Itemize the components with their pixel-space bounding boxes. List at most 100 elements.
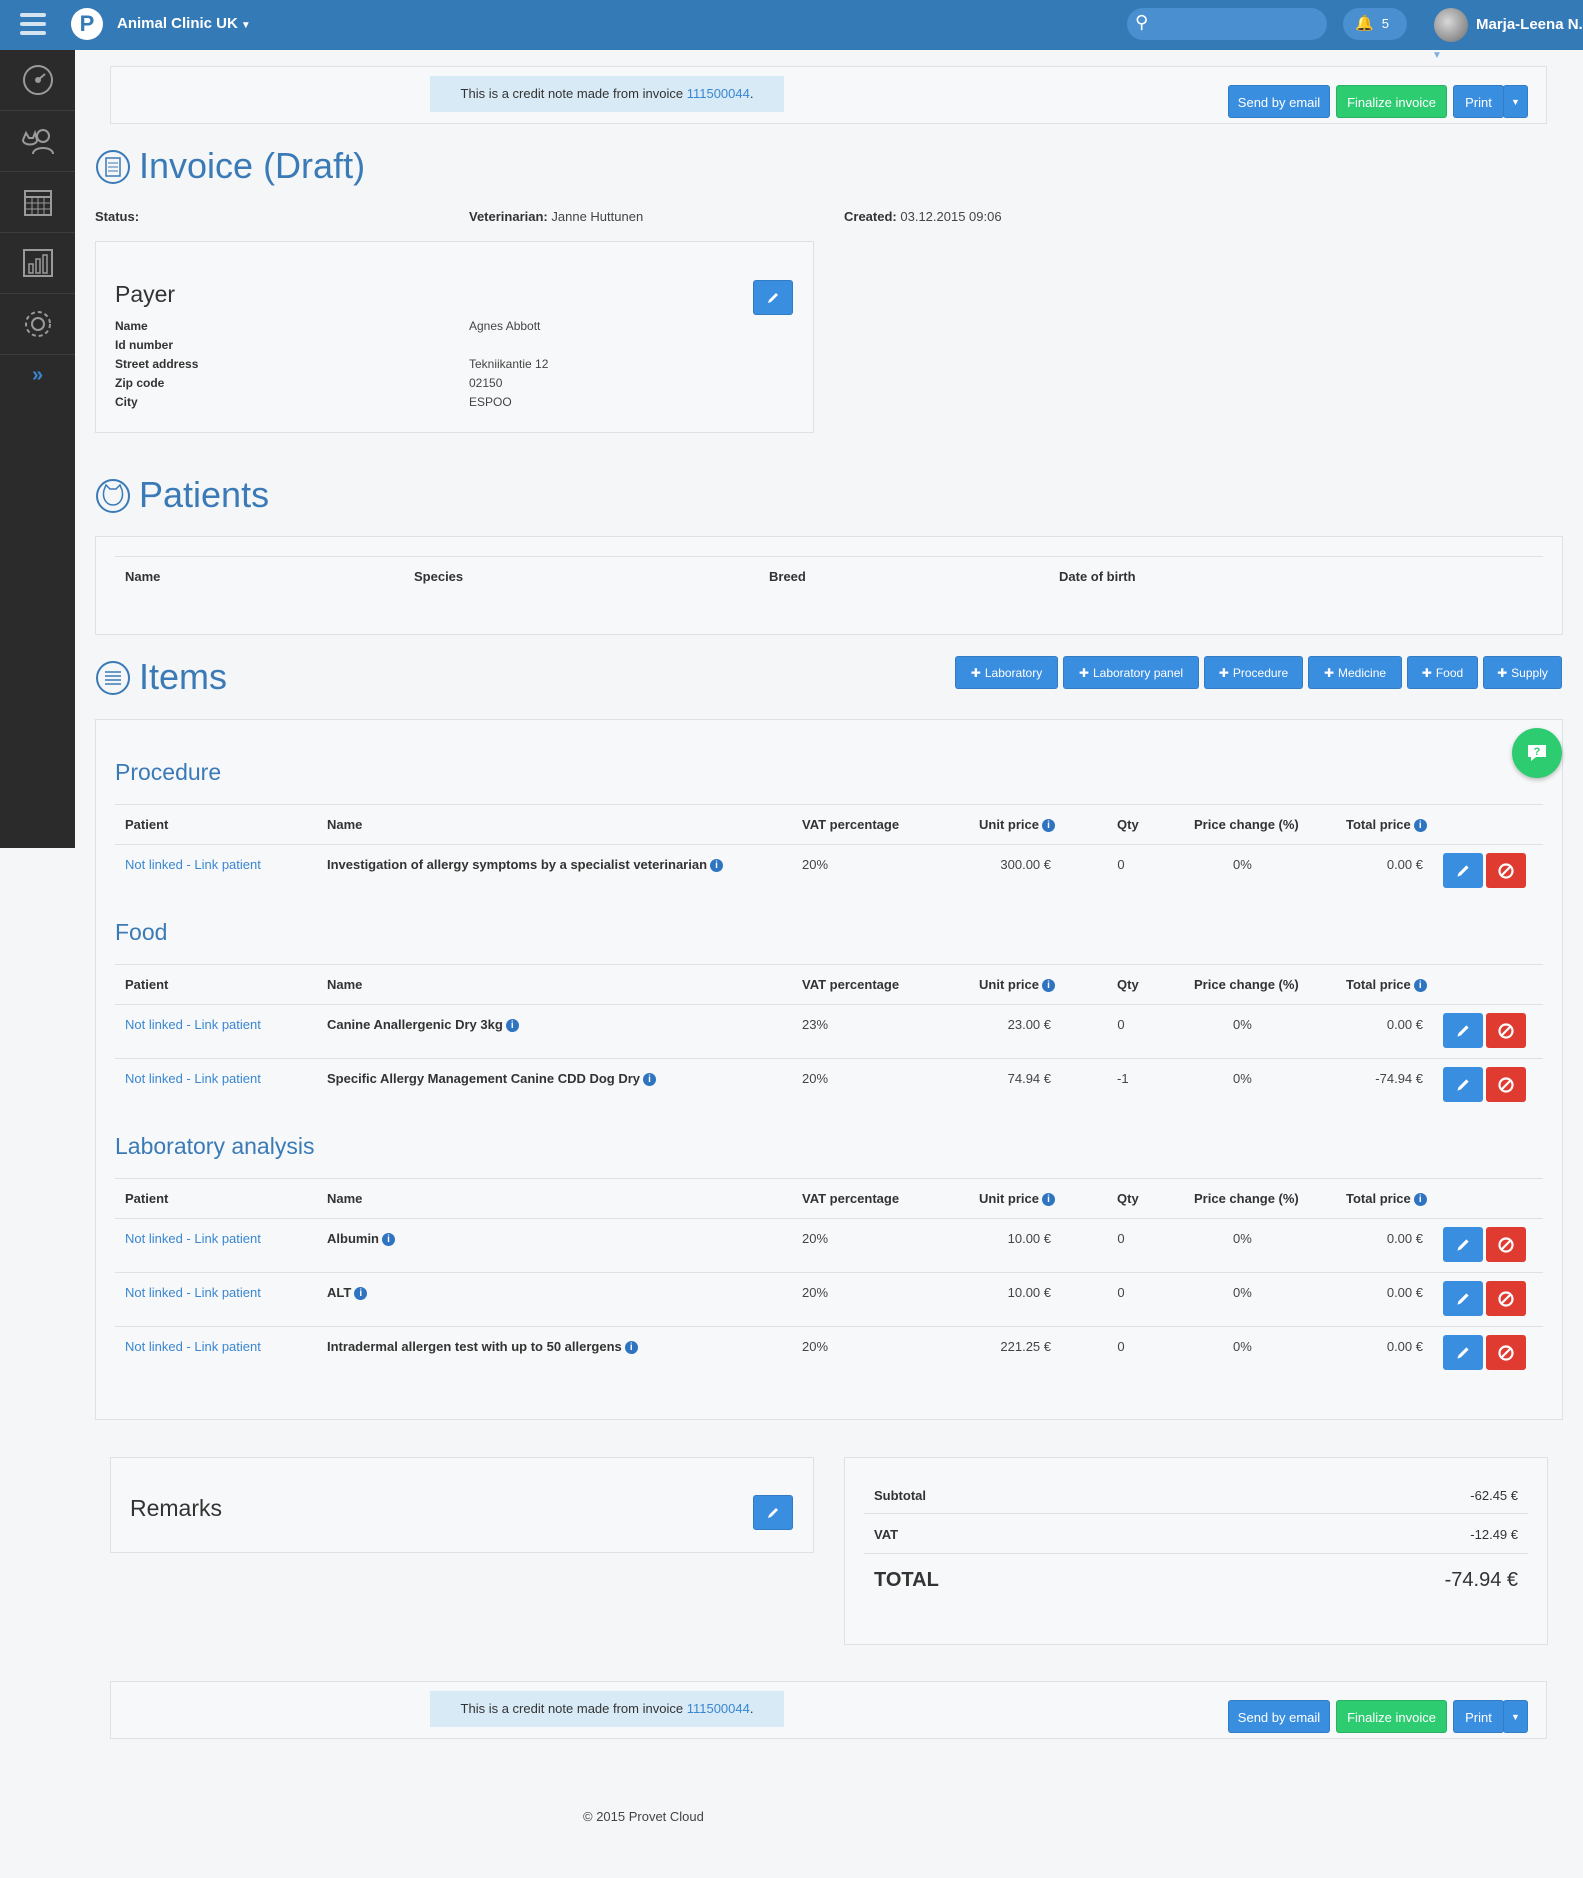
edit-item-button[interactable]	[1443, 1227, 1483, 1262]
print-dropdown-button[interactable]: ▼	[1503, 85, 1528, 118]
link-patient-link[interactable]: Not linked - Link patient	[125, 1071, 261, 1086]
link-patient-link[interactable]: Not linked - Link patient	[125, 1339, 261, 1354]
ban-icon	[1498, 1236, 1514, 1253]
group-title: Laboratory analysis	[115, 1133, 315, 1159]
item-total: -74.94 €	[1375, 1071, 1423, 1086]
link-patient-link[interactable]: Not linked - Link patient	[125, 1017, 261, 1032]
item-total: 0.00 €	[1386, 1339, 1423, 1354]
item-total: 0.00 €	[1386, 857, 1423, 872]
column-label: Unit price	[979, 977, 1039, 992]
add-food-button[interactable]: ✚ Food	[1407, 656, 1478, 689]
patients-col-name: Name	[125, 569, 161, 584]
sidebar-item-calendar[interactable]	[0, 172, 75, 233]
info-icon: i	[643, 1073, 657, 1086]
info-icon: i	[1413, 1193, 1427, 1206]
ban-icon	[1498, 862, 1514, 879]
vat-value: -12.49 €	[1470, 1527, 1518, 1542]
delete-item-button[interactable]	[1486, 1013, 1526, 1048]
send-email-button[interactable]: Send by email	[1228, 85, 1330, 118]
item-name: ALT i	[327, 1285, 368, 1300]
delete-item-button[interactable]	[1486, 1281, 1526, 1316]
divider	[115, 964, 1543, 965]
add-medicine-button[interactable]: ✚ Medicine	[1308, 656, 1402, 689]
divider	[115, 556, 1543, 557]
edit-item-button[interactable]	[1443, 1335, 1483, 1370]
edit-item-button[interactable]	[1443, 1013, 1483, 1048]
finalize-invoice-button[interactable]: Finalize invoice	[1336, 85, 1447, 118]
delete-item-button[interactable]	[1486, 1335, 1526, 1370]
source-invoice-link[interactable]: 111500044	[687, 1701, 750, 1716]
patient-icon	[96, 479, 130, 513]
sidebar-item-settings[interactable]	[0, 294, 75, 355]
search-box[interactable]: ⚲	[1127, 8, 1327, 40]
notifications-button[interactable]: 🔔 5	[1343, 8, 1407, 40]
menu-icon[interactable]	[20, 13, 46, 35]
send-email-button[interactable]: Send by email	[1228, 1700, 1330, 1733]
column-label: Qty	[1117, 977, 1139, 992]
credit-note-notice: This is a credit note made from invoice …	[430, 76, 784, 112]
item-name-text: Albumin	[327, 1231, 379, 1246]
link-patient-link[interactable]: Not linked - Link patient	[125, 857, 261, 872]
column-label: Qty	[1117, 817, 1139, 832]
action-bar-top	[110, 66, 1547, 124]
item-price-change: 0%	[1233, 1339, 1252, 1354]
sidebar-item-dashboard[interactable]	[0, 50, 75, 111]
edit-item-button[interactable]	[1443, 853, 1483, 888]
add-supply-button[interactable]: ✚ Supply	[1483, 656, 1562, 689]
sidebar-item-reports[interactable]	[0, 233, 75, 294]
payer-field-label: Zip code	[115, 376, 165, 390]
chevron-down-icon: ▼	[240, 20, 251, 31]
payer-field-label: City	[115, 395, 138, 409]
edit-remarks-button[interactable]	[753, 1495, 793, 1530]
edit-item-button[interactable]	[1443, 1067, 1483, 1102]
add-button-label: Supply	[1511, 666, 1548, 680]
plus-icon: ✚	[1497, 666, 1508, 680]
avatar[interactable]	[1434, 8, 1468, 42]
dropdown-indicator-icon: ▼	[1432, 50, 1442, 61]
divider	[115, 1178, 1543, 1179]
delete-item-button[interactable]	[1486, 1067, 1526, 1102]
item-name-text: Specific Allergy Management Canine CDD D…	[327, 1071, 641, 1086]
items-col-header: Qty	[1117, 1191, 1139, 1206]
sidebar-expand-button[interactable]: »	[0, 355, 75, 395]
link-patient-link[interactable]: Not linked - Link patient	[125, 1231, 261, 1246]
group-title: Procedure	[115, 759, 222, 785]
items-col-header: Unit price i	[979, 817, 1055, 832]
plus-icon: ✚	[1078, 666, 1089, 680]
item-qty: 0	[1117, 1285, 1125, 1300]
sidebar-item-clients[interactable]	[0, 111, 75, 172]
delete-item-button[interactable]	[1486, 1227, 1526, 1262]
clinic-switcher[interactable]: Animal Clinic UK ▼	[117, 15, 251, 32]
items-list-icon	[96, 661, 130, 695]
items-col-header: Name	[327, 1191, 362, 1206]
add-laboratory-button[interactable]: ✚ Laboratory	[955, 656, 1058, 689]
chevron-down-icon: ▼	[1511, 1712, 1520, 1722]
source-invoice-link[interactable]: 111500044	[687, 86, 750, 101]
edit-payer-button[interactable]	[753, 280, 793, 315]
print-button[interactable]: Print	[1453, 1700, 1504, 1733]
add-procedure-button[interactable]: ✚ Procedure	[1204, 656, 1303, 689]
delete-item-button[interactable]	[1486, 853, 1526, 888]
link-patient-link[interactable]: Not linked - Link patient	[125, 1285, 261, 1300]
user-name[interactable]: Marja-Leena N.	[1476, 16, 1583, 33]
divider	[115, 1004, 1543, 1005]
column-label: Qty	[1117, 1191, 1139, 1206]
edit-item-button[interactable]	[1443, 1281, 1483, 1316]
info-icon: i	[382, 1233, 395, 1246]
column-label: Name	[327, 817, 363, 832]
items-col-header: Patient	[125, 977, 168, 992]
divider	[115, 1058, 1543, 1059]
finalize-invoice-button[interactable]: Finalize invoice	[1336, 1700, 1447, 1733]
print-dropdown-button[interactable]: ▼	[1503, 1700, 1528, 1733]
support-chat-button[interactable]: ?	[1512, 728, 1562, 778]
search-input[interactable]	[1159, 12, 1319, 36]
item-name: Specific Allergy Management Canine CDD D…	[327, 1071, 657, 1086]
print-button[interactable]: Print	[1453, 85, 1504, 118]
item-price-change: 0%	[1233, 1071, 1252, 1086]
provet-logo[interactable]: P	[71, 8, 103, 40]
info-icon: i	[1413, 819, 1427, 832]
plus-icon: ✚	[1421, 666, 1432, 680]
add-laboratory-panel-button[interactable]: ✚ Laboratory panel	[1063, 656, 1199, 689]
items-col-header: Total price i	[1346, 977, 1427, 992]
item-vat: 20%	[802, 857, 829, 872]
